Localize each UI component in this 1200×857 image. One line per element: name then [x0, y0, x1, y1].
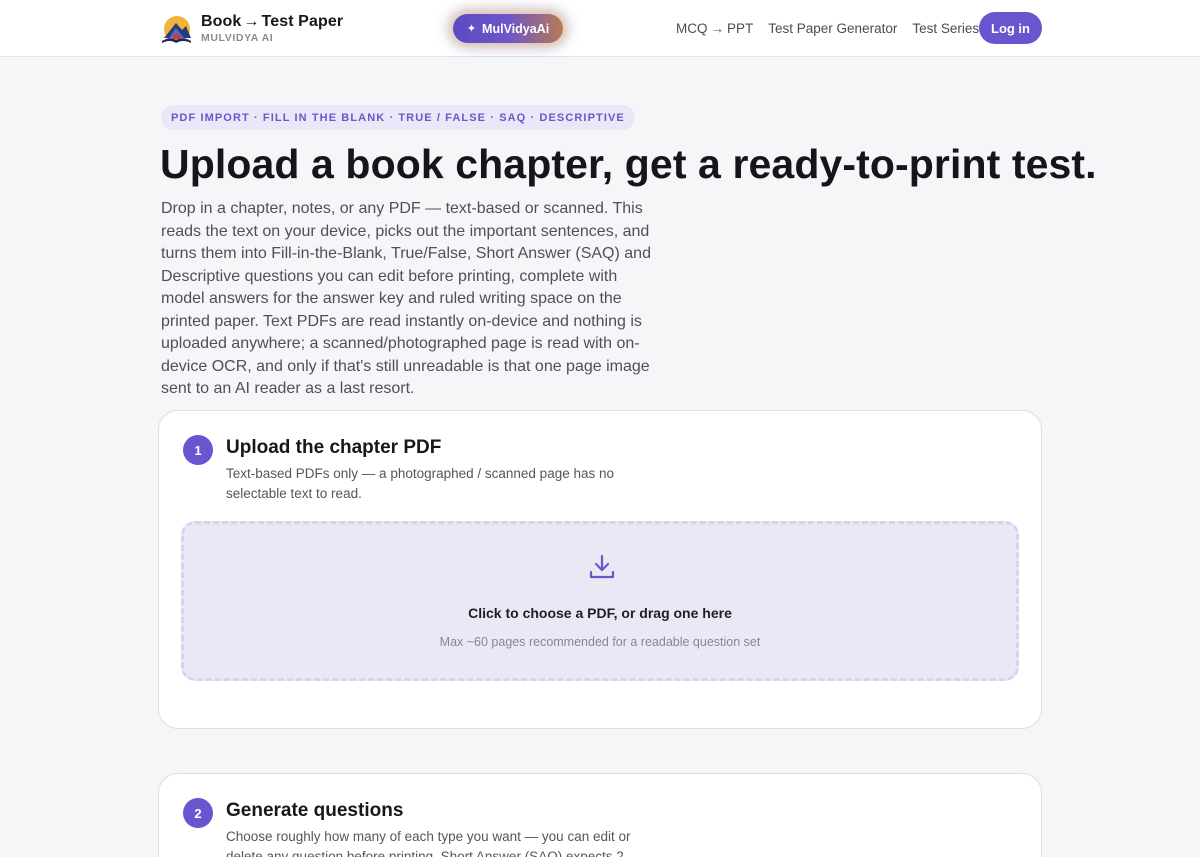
nav-link-test-paper-generator[interactable]: Test Paper Generator [768, 21, 897, 36]
top-navigation-bar: Book → Test Paper MULVIDYA AI ✦ MulVidyaAi… [0, 0, 1200, 57]
nav-link-test-series[interactable]: Test Series [912, 21, 979, 36]
page-description: Drop in a chapter, notes, or any PDF — t… [161, 200, 651, 397]
step-card-generate: 2 Generate questions Choose roughly how … [158, 773, 1042, 857]
mulvidya-ai-button[interactable]: ✦ MulVidyaAi [453, 14, 563, 43]
step-number-badge: 1 [183, 435, 213, 465]
download-icon [589, 554, 615, 579]
brand-title: Book → Test Paper [201, 13, 344, 31]
login-button[interactable]: Log in [979, 12, 1042, 44]
step-description: Text-based PDFs only — a photographed / … [226, 466, 614, 501]
pdf-dropzone[interactable]: Click to choose a PDF, or drag one here … [181, 521, 1019, 681]
step-card-upload: 1 Upload the chapter PDF Text-based PDFs… [158, 410, 1042, 729]
main-nav: MCQ → PPT Test Paper Generator Test Series [676, 20, 979, 36]
dropzone-hint: Max ~60 pages recommended for a readable… [439, 635, 761, 649]
step-title: Generate questions [226, 800, 404, 821]
sparkle-icon: ✦ [466, 23, 477, 35]
brand[interactable]: Book → Test Paper MULVIDYA AI [160, 12, 343, 46]
step-description: Choose roughly how many of each type you… [226, 829, 632, 857]
step-number-badge: 2 [183, 798, 213, 828]
brand-subtitle: MULVIDYA AI [201, 32, 274, 45]
feature-tagline-badge: PDF IMPORT · FILL IN THE BLANK · TRUE / … [161, 105, 635, 130]
page-title: Upload a book chapter, get a ready-to-pr… [160, 141, 1097, 187]
mulvidya-ai-label: MulVidyaAi [482, 21, 550, 36]
dropzone-title: Click to choose a PDF, or drag one here [468, 605, 732, 621]
brand-logo-icon [162, 16, 191, 43]
nav-link-mcq-to-ppt[interactable]: MCQ → PPT [676, 21, 753, 36]
step-title: Upload the chapter PDF [226, 437, 442, 458]
